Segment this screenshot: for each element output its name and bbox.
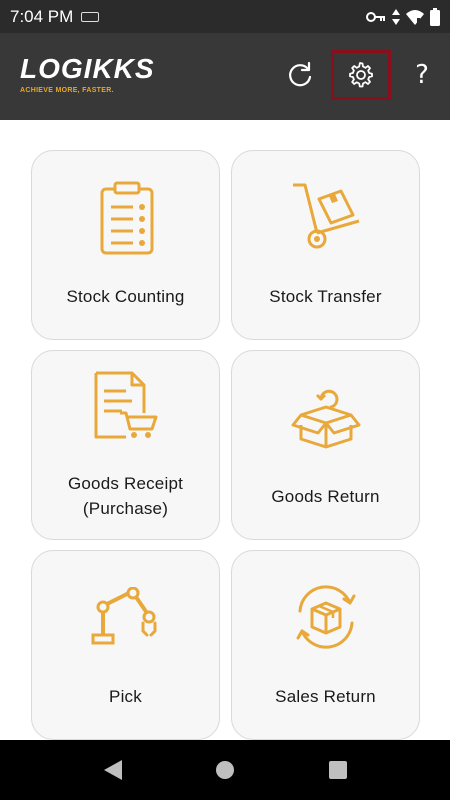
robot-arm-icon <box>91 587 157 645</box>
battery-icon <box>430 7 440 26</box>
open-box-return-icon <box>291 389 361 449</box>
tile-label: Stock Counting <box>66 287 185 306</box>
status-bar: 7:04 PM <box>0 0 450 33</box>
tile-label-line1: Goods Receipt <box>67 474 184 493</box>
help-button[interactable]: ? <box>396 49 448 101</box>
settings-button[interactable] <box>331 50 391 100</box>
box-cycle-arrows-icon <box>296 585 356 649</box>
document-cart-icon <box>94 371 158 439</box>
wifi-icon <box>406 9 424 25</box>
hand-truck-box-icon <box>293 183 360 249</box>
tile-goods-return[interactable]: Goods Return <box>231 350 420 540</box>
refresh-button[interactable] <box>274 49 326 101</box>
tile-pick[interactable]: Pick <box>31 550 220 740</box>
home-icon[interactable] <box>216 761 234 779</box>
gear-icon <box>349 62 373 88</box>
app-header: LOGIKKS ACHIEVE MORE, FASTER. ? <box>0 33 450 120</box>
tile-stock-transfer[interactable]: Stock Transfer <box>231 150 420 340</box>
tile-stock-counting[interactable]: Stock Counting <box>31 150 220 340</box>
tile-sales-return[interactable]: Sales Return <box>231 550 420 740</box>
logo-text: LOGIKKS <box>20 53 155 84</box>
status-icons <box>366 7 440 26</box>
status-time: 7:04 PM <box>10 6 74 26</box>
tile-label: Pick <box>109 687 142 706</box>
clipboard-checklist-icon <box>100 181 154 255</box>
system-nav-bar <box>0 740 450 800</box>
tile-label: Stock Transfer <box>269 287 382 306</box>
cast-icon <box>81 11 100 22</box>
key-icon <box>366 11 385 22</box>
logo-tagline: ACHIEVE MORE, FASTER. <box>20 87 114 94</box>
recents-icon[interactable] <box>329 761 347 779</box>
data-arrows-icon <box>392 8 400 25</box>
tile-label: Sales Return <box>275 687 376 706</box>
refresh-icon <box>289 61 312 87</box>
logo: LOGIKKS ACHIEVE MORE, FASTER. <box>20 53 155 103</box>
tile-label-line2: (Purchase) <box>82 499 169 518</box>
tile-label: Goods Return <box>271 487 380 506</box>
back-icon[interactable] <box>104 760 122 780</box>
tile-goods-receipt[interactable]: Goods Receipt (Purchase) <box>31 350 220 540</box>
